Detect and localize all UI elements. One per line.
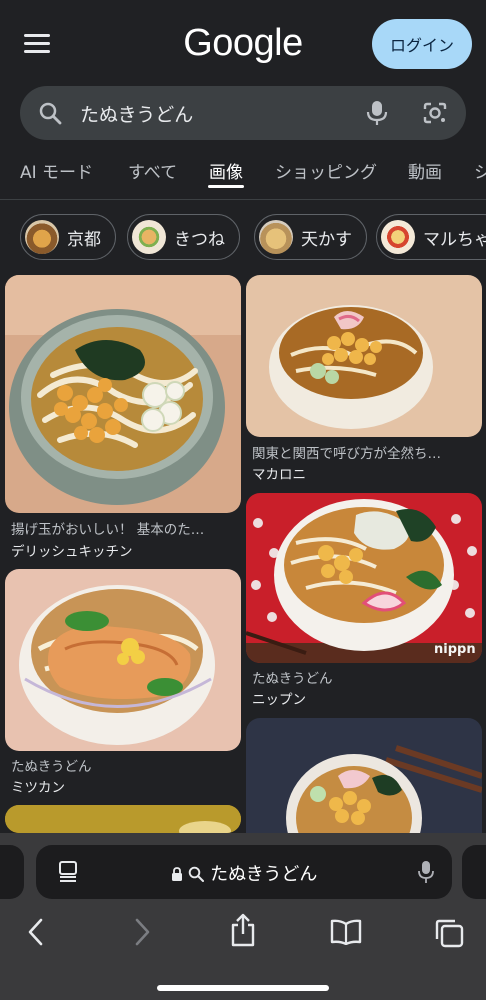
lens-camera-icon[interactable]	[422, 101, 448, 129]
search-bar[interactable]	[20, 86, 466, 140]
chip-maruchan[interactable]: マルちゃ	[376, 214, 486, 260]
result-image[interactable]	[246, 275, 482, 437]
tab-more[interactable]: シ	[474, 158, 486, 183]
result-image[interactable]	[5, 805, 241, 833]
result-image[interactable]	[246, 718, 482, 833]
chip-thumbnail	[259, 220, 293, 254]
url-query: たぬきうどん	[210, 864, 318, 885]
result-source: デリッシュキッチン	[11, 544, 133, 560]
tab-ai-mode[interactable]: AI モード	[20, 158, 93, 183]
url-text[interactable]: たぬきうどん	[36, 860, 452, 886]
tab-images[interactable]: 画像	[209, 158, 243, 183]
microphone-icon[interactable]	[418, 860, 434, 888]
result-title: 揚げ玉がおいしい！ 基本のた…	[11, 522, 205, 538]
nippn-watermark: nippn	[434, 642, 476, 657]
tab-videos[interactable]: 動画	[408, 158, 442, 183]
address-bar[interactable]: たぬきうどん	[36, 845, 452, 899]
previous-tab-preview[interactable]	[0, 845, 24, 899]
chip-kyoto[interactable]: 京都	[20, 214, 116, 260]
result-title: 関東と関西で呼び方が全然ち…	[252, 446, 441, 462]
bookmarks-icon[interactable]	[330, 919, 362, 949]
chip-label: 京都	[67, 229, 101, 250]
chip-tenkasu[interactable]: 天かす	[254, 214, 367, 260]
image-result[interactable]: 揚げ玉がおいしい！ 基本のた… デリッシュキッチン	[5, 275, 241, 565]
image-result[interactable]: たぬきうどん ミツカン	[5, 569, 241, 797]
refinement-chips: 京都 きつね 天かす マルちゃ	[0, 214, 486, 262]
image-result[interactable]: nippn たぬきうどん ニップン	[246, 493, 482, 711]
search-tabs: AI モード すべて 画像 ショッピング 動画 シ	[0, 150, 486, 200]
result-image[interactable]	[5, 569, 241, 751]
chip-kitsune[interactable]: きつね	[127, 214, 240, 260]
forward-icon[interactable]	[132, 917, 152, 951]
tabs-icon[interactable]	[434, 918, 464, 952]
header: Google ログイン	[0, 0, 486, 84]
chip-label: きつね	[174, 229, 225, 250]
microphone-icon[interactable]	[366, 100, 388, 130]
result-image[interactable]: nippn	[246, 493, 482, 663]
divider	[0, 199, 486, 200]
tab-all[interactable]: すべて	[128, 158, 177, 183]
image-result[interactable]: 関東と関西で呼び方が全然ち… マカロニ	[246, 275, 482, 485]
result-source: ニップン	[252, 692, 306, 708]
next-tab-preview[interactable]	[462, 845, 486, 899]
back-icon[interactable]	[26, 917, 46, 951]
chip-thumbnail	[25, 220, 59, 254]
login-button[interactable]: ログイン	[372, 19, 472, 69]
image-result[interactable]	[246, 718, 482, 833]
lock-icon	[171, 867, 182, 881]
result-title: たぬきうどん	[252, 671, 333, 687]
result-source: マカロニ	[252, 467, 306, 483]
search-icon	[189, 866, 205, 882]
home-indicator	[157, 985, 329, 991]
chip-thumbnail	[381, 220, 415, 254]
search-input[interactable]	[80, 96, 350, 130]
tab-shopping[interactable]: ショッピング	[275, 158, 377, 183]
result-image[interactable]	[5, 275, 241, 513]
share-icon[interactable]	[229, 913, 257, 951]
chip-thumbnail	[132, 220, 166, 254]
chip-label: 天かす	[301, 229, 352, 250]
chip-label: マルちゃ	[423, 229, 486, 250]
image-result[interactable]	[5, 805, 241, 833]
browser-toolbar: たぬきうどん	[0, 833, 486, 1000]
result-title: たぬきうどん	[11, 759, 92, 775]
result-source: ミツカン	[11, 780, 65, 796]
search-icon	[38, 101, 62, 129]
active-tab-indicator	[208, 185, 244, 188]
